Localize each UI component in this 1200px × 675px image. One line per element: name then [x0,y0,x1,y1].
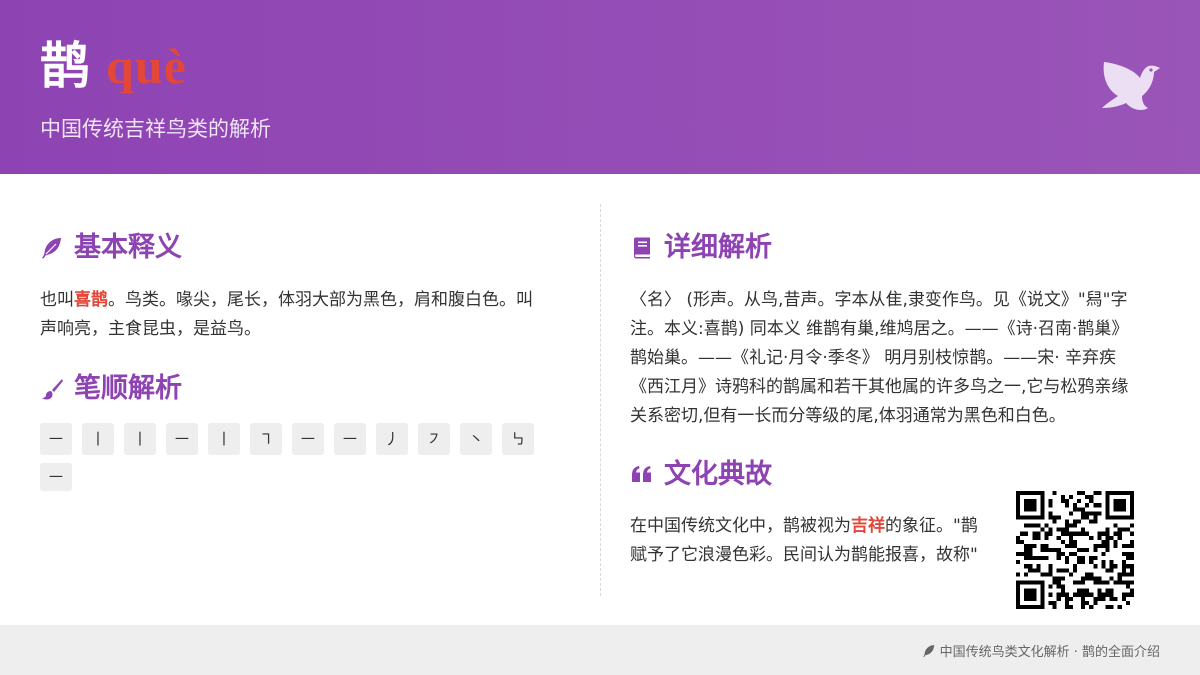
book-icon [634,237,650,259]
stroke-item: 丨 [208,423,240,455]
header-banner: 鹊 què 中国传统吉祥鸟类的解析 [0,0,1200,174]
culture-text-after: 的象征。"鹊 [885,516,978,536]
subtitle: 中国传统吉祥鸟类的解析 [40,117,271,141]
stroke-list: ㇐ 丨 丨 ㇐ 丨 ㇕ ㇐ ㇐ 丿 ㇇ ㇔ ㇉ ㇐ [40,423,560,491]
stroke-item: ㇕ [250,423,282,455]
stroke-item: ㇐ [40,463,72,491]
title-row: 鹊 què [40,36,187,96]
detail-paragraph: 〈名〉 (形声。从鸟,昔声。字本从隹,隶变作鸟。见《说文》"舄"字 注。本义:喜… [630,286,1175,431]
basic-highlight: 喜鹊 [74,290,108,310]
basic-text-before: 也叫 [40,290,74,310]
stroke-item: ㇔ [460,423,492,455]
detail-line: 关系密切,但有一长而分等级的尾,体羽通常为黑色和白色。 [630,406,1066,426]
stroke-item: ㇐ [40,423,72,455]
stroke-item: ㇐ [166,423,198,455]
stroke-item: ㇐ [292,423,324,455]
strokes-title: 笔顺解析 [74,373,182,404]
detail-line: 《西江月》诗鸦科的鹊属和若干其他属的许多鸟之一,它与松鸦亲缘 [630,377,1129,397]
culture-paragraph: 在中国传统文化中，鹊被视为吉祥的象征。"鹊 赋予了它浪漫色彩。民间认为鹊能报喜，… [630,512,998,572]
basic-section-title: 基本释义 [40,230,182,266]
footer-bar: 中国传统鸟类文化解析 · 鹊的全面介绍 [0,625,1200,675]
stroke-item: 丨 [82,423,114,455]
footer-text: 中国传统鸟类文化解析 · 鹊的全面介绍 [939,645,1160,660]
qr-code-icon[interactable] [1016,490,1134,610]
stroke-item: 丿 [376,423,408,455]
basic-text-after: 。鸟类。喙尖，尾长，体羽大部为黑色，肩和腹白色。叫 [108,290,533,310]
feather-icon [922,644,934,657]
detail-line: 〈名〉 (形声。从鸟,昔声。字本从隹,隶变作鸟。见《说文》"舄"字 [630,290,1128,310]
culture-section-title: 文化典故 [630,457,772,493]
stroke-item: 丨 [124,423,156,455]
basic-text-line2: 声响亮，主食昆虫，是益鸟。 [40,319,261,339]
stroke-item: ㇐ [334,423,366,455]
basic-paragraph: 也叫喜鹊。鸟类。喙尖，尾长，体羽大部为黑色，肩和腹白色。叫 声响亮，主食昆虫，是… [40,286,570,344]
culture-highlight: 吉祥 [851,516,885,536]
culture-text-before: 在中国传统文化中，鹊被视为 [630,516,851,536]
strokes-section-title: 笔顺解析 [40,371,182,407]
footer-label: 中国传统鸟类文化解析 · 鹊的全面介绍 [922,641,1160,660]
title-pinyin: què [106,38,187,94]
basic-title: 基本释义 [74,232,182,263]
detail-line: 注。本义:喜鹊) 同本义 维鹊有巢,维鸠居之。——《诗·召南·鹊巢》 [630,319,1129,339]
detail-section-title: 详细解析 [630,230,772,266]
culture-title: 文化典故 [664,459,772,490]
column-divider [600,204,601,596]
culture-line2: 赋予了它浪漫色彩。民间认为鹊能报喜，故称" [630,545,978,565]
stroke-item: ㇉ [502,423,534,455]
brush-icon [42,379,63,400]
title-character: 鹊 [40,36,90,95]
dove-icon [1102,62,1160,111]
detail-title: 详细解析 [664,232,772,263]
stroke-item: ㇇ [418,423,450,455]
detail-line: 鹊始巢。——《礼记·月令·季冬》 明月别枝惊鹊。——宋· 辛弃疾 [630,348,1117,368]
feather-icon [42,238,61,259]
quote-icon [632,466,651,482]
culture-line1: 在中国传统文化中，鹊被视为吉祥的象征。"鹊 [630,512,998,541]
